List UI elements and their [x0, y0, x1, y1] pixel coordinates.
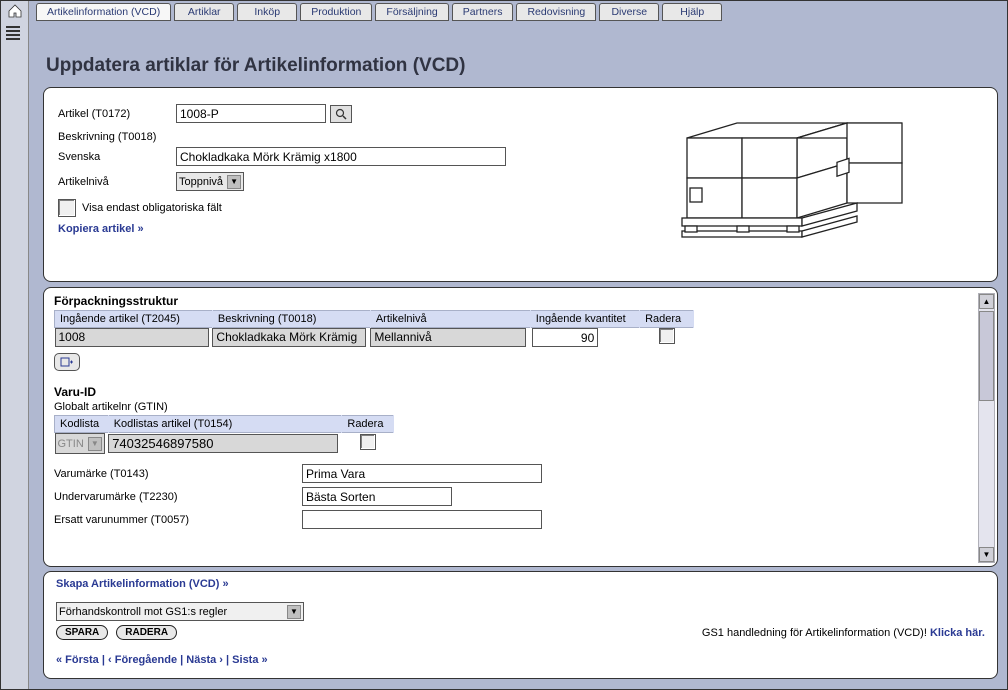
- scroll-up-icon[interactable]: ▲: [979, 294, 994, 309]
- col-kvantitet: Ingående kvantitet: [530, 311, 639, 328]
- chevron-down-icon: ▼: [287, 605, 301, 619]
- obligatoriska-checkbox[interactable]: [58, 199, 76, 217]
- nav-last[interactable]: Sista »: [232, 654, 267, 666]
- kodlistas-artikel-cell: 74032546897580: [108, 434, 338, 453]
- artikelniva-label: Artikelnivå: [58, 176, 176, 188]
- ersatt-input[interactable]: [302, 510, 542, 529]
- menu-icon[interactable]: [6, 26, 24, 40]
- col-ingaende-artikel: Ingående artikel (T2045): [55, 311, 213, 328]
- gtin-subtitle: Globalt artikelnr (GTIN): [54, 401, 975, 413]
- kodlista-select[interactable]: GTIN ▼: [55, 433, 105, 454]
- chevron-down-icon: ▼: [227, 175, 241, 189]
- panel-article-header: Artikel (T0172) Beskrivning (T0018) Sven…: [43, 87, 998, 282]
- kodlista-value: GTIN: [58, 438, 84, 450]
- tab-produktion[interactable]: Produktion: [300, 3, 372, 21]
- varuid-title: Varu-ID: [54, 385, 975, 399]
- struct-beskr-cell: Chokladkaka Mörk Krämig: [212, 328, 366, 347]
- col-v-radera: Radera: [342, 416, 394, 433]
- page-title: Uppdatera artiklar för Artikelinformatio…: [46, 55, 465, 77]
- obligatoriska-label: Visa endast obligatoriska fält: [82, 202, 222, 214]
- artikelniva-select[interactable]: Toppnivå ▼: [176, 172, 244, 191]
- forpackning-title: Förpackningsstruktur: [54, 294, 975, 308]
- artikel-label: Artikel (T0172): [58, 108, 176, 120]
- pallet-illustration: [647, 98, 907, 268]
- skapa-vcd-link[interactable]: Skapa Artikelinformation (VCD) »: [56, 578, 985, 590]
- tab-forsaljning[interactable]: Försäljning: [375, 3, 448, 21]
- struct-kvant-input[interactable]: [532, 328, 598, 347]
- col-kodlistas-artikel: Kodlistas artikel (T0154): [108, 416, 342, 433]
- tab-inkop[interactable]: Inköp: [237, 3, 297, 21]
- artikel-input[interactable]: [176, 104, 326, 123]
- col-kodlista: Kodlista: [55, 416, 109, 433]
- tab-partners[interactable]: Partners: [452, 3, 514, 21]
- home-icon[interactable]: [7, 4, 23, 18]
- artikelniva-value: Toppnivå: [179, 176, 223, 188]
- add-row-button[interactable]: [54, 353, 80, 371]
- ersatt-label: Ersatt varunummer (T0057): [54, 514, 302, 526]
- tab-redovisning[interactable]: Redovisning: [516, 3, 596, 21]
- struct-grid-header: Ingående artikel (T2045) Beskrivning (T0…: [55, 311, 694, 328]
- varumarke-input[interactable]: [302, 464, 542, 483]
- forhandskontroll-select[interactable]: Förhandskontroll mot GS1:s regler ▼: [56, 602, 304, 621]
- struct-radera-checkbox[interactable]: [659, 328, 675, 344]
- beskrivning-label: Beskrivning (T0018): [58, 131, 156, 143]
- search-icon-button[interactable]: [330, 105, 352, 123]
- spara-button[interactable]: SPARA: [56, 625, 108, 640]
- tab-artiklar[interactable]: Artiklar: [174, 3, 234, 21]
- struct-artikel-cell: 1008: [55, 328, 209, 347]
- col-beskrivning: Beskrivning (T0018): [212, 311, 370, 328]
- nav-first[interactable]: « Första: [56, 654, 99, 666]
- gs1-help-prefix: GS1 handledning för Artikelinformation (…: [702, 627, 930, 639]
- gs1-help-link[interactable]: Klicka här.: [930, 627, 985, 639]
- tab-diverse[interactable]: Diverse: [599, 3, 659, 21]
- tab-vcd[interactable]: Artikelinformation (VCD): [36, 3, 171, 21]
- undervarumarke-label: Undervarumärke (T2230): [54, 491, 302, 503]
- top-tabs: Artikelinformation (VCD) Artiklar Inköp …: [36, 3, 722, 21]
- gs1-help-text: GS1 handledning för Artikelinformation (…: [702, 627, 985, 639]
- panel-structure: Förpackningsstruktur Ingående artikel (T…: [43, 287, 998, 567]
- scroll-down-icon[interactable]: ▼: [979, 547, 994, 562]
- col-artikelniva: Artikelnivå: [370, 311, 530, 328]
- nav-next[interactable]: Nästa ›: [186, 654, 223, 666]
- col-radera: Radera: [640, 311, 694, 328]
- struct-niva-cell: Mellannivå: [370, 328, 526, 347]
- varumarke-label: Varumärke (T0143): [54, 468, 302, 480]
- forhandskontroll-value: Förhandskontroll mot GS1:s regler: [59, 606, 227, 618]
- undervarumarke-input[interactable]: [302, 487, 452, 506]
- scroll-thumb[interactable]: [979, 311, 994, 401]
- left-rail: [1, 1, 29, 689]
- chevron-down-icon: ▼: [88, 437, 102, 451]
- svenska-input[interactable]: [176, 147, 506, 166]
- svenska-label: Svenska: [58, 151, 176, 163]
- panel-footer: Skapa Artikelinformation (VCD) » Förhand…: [43, 571, 998, 679]
- struct-row: 1008 Chokladkaka Mörk Krämig Mellannivå: [55, 328, 694, 348]
- tab-hjalp[interactable]: Hjälp: [662, 3, 722, 21]
- varuid-grid-header: Kodlista Kodlistas artikel (T0154) Rader…: [55, 416, 394, 433]
- scrollbar-vertical[interactable]: ▲ ▼: [978, 293, 995, 563]
- varuid-row: GTIN ▼ 74032546897580: [55, 433, 394, 455]
- nav-prev[interactable]: ‹ Föregående: [108, 654, 177, 666]
- radera-button[interactable]: RADERA: [116, 625, 177, 640]
- varuid-radera-checkbox[interactable]: [360, 434, 376, 450]
